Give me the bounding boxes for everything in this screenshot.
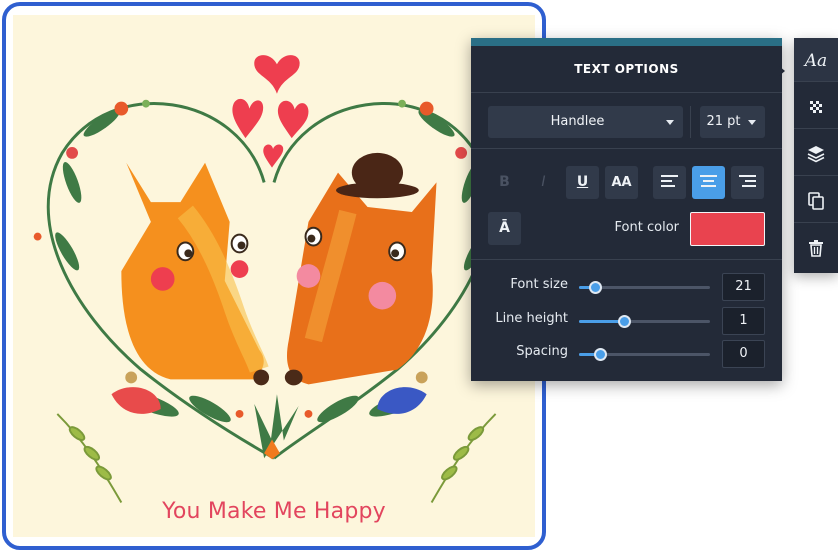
divider [690,106,691,138]
italic-button[interactable]: I [527,166,560,199]
fox-illustration [33,55,497,504]
design-canvas[interactable]: You Make Me Happy [13,15,535,537]
font-size-input[interactable]: 21 [722,273,765,301]
font-size-select-value: 21 pt [706,114,741,129]
canvas-caption-text[interactable]: You Make Me Happy [13,499,535,524]
font-size-slider[interactable] [579,281,710,294]
line-height-slider[interactable] [579,315,710,328]
font-size-select[interactable]: 21 pt [700,106,765,138]
align-right-button[interactable] [731,166,764,199]
align-center-button[interactable] [692,166,725,199]
spacing-label: Spacing [516,344,568,359]
chevron-down-icon [748,120,756,125]
layers-tool-button[interactable] [794,132,838,176]
text-icon: Aa [804,51,828,71]
duplicate-tool-button[interactable] [794,179,838,223]
slider-handle[interactable] [588,281,602,294]
bold-button[interactable]: B [488,166,521,199]
slider-handle[interactable] [593,348,607,361]
all-caps-button[interactable]: AA [605,166,638,199]
layers-icon [807,146,825,163]
duplicate-icon [808,192,824,210]
panel-title: TEXT OPTIONS [574,62,679,76]
tool-rail: Aa [794,38,838,273]
slider-handle[interactable] [617,315,631,328]
font-family-value: Handlee [550,114,605,129]
panel-pointer [779,66,785,76]
line-height-label: Line height [495,311,568,326]
transparency-icon [810,101,822,113]
transparency-tool-button[interactable] [794,85,838,129]
align-center-icon [700,175,717,190]
align-right-icon [739,175,756,190]
text-options-panel: TEXT OPTIONS Handlee 21 pt B I U AA Ā Fo… [471,38,782,381]
underline-button[interactable]: U [566,166,599,199]
delete-tool-button[interactable] [794,226,838,270]
divider [471,92,782,93]
font-color-swatch[interactable] [690,212,765,246]
fox-right [284,152,437,386]
slider-fill [579,320,624,323]
chevron-down-icon [666,120,674,125]
align-left-icon [661,175,678,190]
flowers [111,371,428,414]
divider [471,148,782,149]
line-height-input[interactable]: 1 [722,307,765,335]
design-canvas-frame: You Make Me Happy [2,2,546,550]
align-left-button[interactable] [653,166,686,199]
panel-top-bar [471,38,782,46]
font-color-label: Font color [614,220,679,235]
text-tool-button[interactable]: Aa [794,38,838,82]
fox-left [121,162,270,386]
spacing-input[interactable]: 0 [722,340,765,368]
trash-icon [809,240,823,257]
divider [471,259,782,260]
text-effect-button[interactable]: Ā [488,212,521,245]
font-size-label: Font size [510,277,568,292]
font-family-select[interactable]: Handlee [488,106,683,138]
spacing-slider[interactable] [579,348,710,361]
hearts [232,55,309,168]
